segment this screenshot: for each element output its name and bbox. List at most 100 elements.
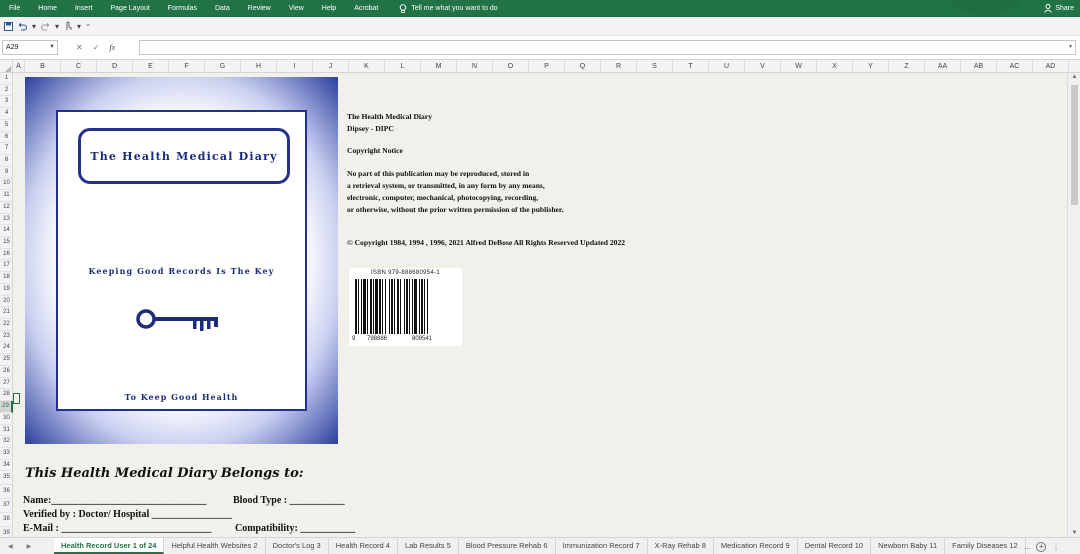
column-header-l[interactable]: L bbox=[385, 60, 421, 73]
column-header-h[interactable]: H bbox=[241, 60, 277, 73]
save-icon[interactable] bbox=[4, 21, 13, 31]
row-header-23[interactable]: 23 bbox=[0, 331, 13, 343]
cancel-icon[interactable]: ✕ bbox=[76, 43, 83, 52]
row-header-19[interactable]: 19 bbox=[0, 284, 13, 296]
column-header-i[interactable]: I bbox=[277, 60, 313, 73]
touch-mode-icon[interactable] bbox=[64, 21, 72, 31]
menu-file[interactable]: File bbox=[0, 0, 29, 17]
column-header-ab[interactable]: AB bbox=[961, 60, 997, 73]
row-header-6[interactable]: 6 bbox=[0, 132, 13, 144]
row-header-7[interactable]: 7 bbox=[0, 143, 13, 155]
row-header-16[interactable]: 16 bbox=[0, 249, 13, 261]
row-header-5[interactable]: 5 bbox=[0, 120, 13, 132]
row-header-25[interactable]: 25 bbox=[0, 354, 13, 366]
tabbar-options-icon[interactable]: ⋮ bbox=[1052, 542, 1060, 551]
worksheet-grid[interactable]: The Health Medical Diary Keeping Good Re… bbox=[13, 73, 1067, 537]
menu-data[interactable]: Data bbox=[206, 0, 239, 17]
scroll-down-icon[interactable]: ▼ bbox=[1068, 530, 1080, 536]
row-header-38[interactable]: 38 bbox=[0, 513, 13, 527]
row-header-10[interactable]: 10 bbox=[0, 178, 13, 191]
sheet-tab-5[interactable]: Lab Results 5 bbox=[398, 538, 459, 554]
column-header-q[interactable]: Q bbox=[565, 60, 601, 73]
sheet-tab-6[interactable]: Blood Pressure Rehab 6 bbox=[459, 538, 556, 554]
sheet-tab-2[interactable]: Helpful Health Websites 2 bbox=[164, 538, 266, 554]
scroll-thumb[interactable] bbox=[1071, 85, 1078, 205]
column-header-y[interactable]: Y bbox=[853, 60, 889, 73]
isbn-barcode-image[interactable]: ISBN 979-888680954-1 9 798886 809541 bbox=[349, 268, 462, 346]
column-header-ad[interactable]: AD bbox=[1033, 60, 1069, 73]
row-header-20[interactable]: 20 bbox=[0, 296, 13, 308]
row-header-1[interactable]: 1 bbox=[0, 73, 13, 85]
row-header-27[interactable]: 27 bbox=[0, 378, 13, 390]
row-header-30[interactable]: 30 bbox=[0, 413, 13, 425]
row-header-34[interactable]: 34 bbox=[0, 460, 13, 472]
column-header-aa[interactable]: AA bbox=[925, 60, 961, 73]
tab-scroll-right-icon[interactable]: ▶ bbox=[27, 543, 32, 550]
chevron-down-icon[interactable]: ▼ bbox=[49, 41, 55, 54]
customize-qat-icon[interactable]: ⁼ bbox=[86, 22, 90, 31]
menu-acrobat[interactable]: Acrobat bbox=[345, 0, 387, 17]
sheet-tab-11[interactable]: Newborn Baby 11 bbox=[871, 538, 946, 554]
insert-function-icon[interactable]: fx bbox=[109, 43, 115, 52]
vertical-scrollbar[interactable]: ▲ ▼ bbox=[1067, 73, 1080, 537]
formula-input[interactable] bbox=[139, 40, 1076, 55]
column-header-c[interactable]: C bbox=[61, 60, 97, 73]
tab-scroll-left-icon[interactable]: ◀ bbox=[8, 543, 13, 550]
column-header-g[interactable]: G bbox=[205, 60, 241, 73]
menu-view[interactable]: View bbox=[280, 0, 313, 17]
row-header-32[interactable]: 32 bbox=[0, 436, 13, 448]
column-header-z[interactable]: Z bbox=[889, 60, 925, 73]
column-header-f[interactable]: F bbox=[169, 60, 205, 73]
sheet-tab-7[interactable]: Immunization Record 7 bbox=[556, 538, 648, 554]
share-button[interactable]: Share bbox=[1044, 0, 1074, 17]
sheet-tab-12[interactable]: Family Diseases 12 bbox=[945, 538, 1026, 554]
row-header-15[interactable]: 15 bbox=[0, 237, 13, 249]
row-header-37[interactable]: 37 bbox=[0, 499, 13, 513]
column-header-k[interactable]: K bbox=[349, 60, 385, 73]
row-header-14[interactable]: 14 bbox=[0, 225, 13, 238]
row-header-3[interactable]: 3 bbox=[0, 96, 13, 109]
touch-dropdown-icon[interactable]: ▾ bbox=[77, 22, 81, 31]
scroll-up-icon[interactable]: ▲ bbox=[1068, 74, 1080, 80]
column-header-v[interactable]: V bbox=[745, 60, 781, 73]
menu-review[interactable]: Review bbox=[239, 0, 280, 17]
row-header-13[interactable]: 13 bbox=[0, 214, 13, 226]
column-header-w[interactable]: W bbox=[781, 60, 817, 73]
column-header-d[interactable]: D bbox=[97, 60, 133, 73]
row-header-28[interactable]: 28 bbox=[0, 389, 13, 402]
sheet-tab-4[interactable]: Health Record 4 bbox=[329, 538, 398, 554]
row-header-9[interactable]: 9 bbox=[0, 167, 13, 179]
row-header-2[interactable]: 2 bbox=[0, 85, 13, 97]
column-header-j[interactable]: J bbox=[313, 60, 349, 73]
column-header-a[interactable]: A bbox=[13, 60, 25, 73]
sheet-tab-8[interactable]: X-Ray Rehab 8 bbox=[648, 538, 714, 554]
column-header-ac[interactable]: AC bbox=[997, 60, 1033, 73]
row-header-29[interactable]: 29 bbox=[0, 401, 13, 413]
column-header-r[interactable]: R bbox=[601, 60, 637, 73]
row-header-24[interactable]: 24 bbox=[0, 342, 13, 355]
expand-formula-icon[interactable]: ▾ bbox=[1069, 43, 1072, 50]
menu-home[interactable]: Home bbox=[29, 0, 66, 17]
selected-cell[interactable] bbox=[13, 393, 20, 404]
column-header-o[interactable]: O bbox=[493, 60, 529, 73]
row-header-11[interactable]: 11 bbox=[0, 190, 13, 202]
menu-page-layout[interactable]: Page Layout bbox=[101, 0, 158, 17]
column-header-s[interactable]: S bbox=[637, 60, 673, 73]
row-header-18[interactable]: 18 bbox=[0, 272, 13, 284]
row-header-21[interactable]: 21 bbox=[0, 307, 13, 320]
row-header-12[interactable]: 12 bbox=[0, 202, 13, 214]
sheet-tab-9[interactable]: Medication Record 9 bbox=[714, 538, 798, 554]
column-header-m[interactable]: M bbox=[421, 60, 457, 73]
menu-help[interactable]: Help bbox=[313, 0, 345, 17]
column-header-p[interactable]: P bbox=[529, 60, 565, 73]
column-header-b[interactable]: B bbox=[25, 60, 61, 73]
row-header-35[interactable]: 35 bbox=[0, 471, 13, 486]
undo-dropdown-icon[interactable]: ▾ bbox=[32, 22, 36, 31]
column-header-t[interactable]: T bbox=[673, 60, 709, 73]
row-header-31[interactable]: 31 bbox=[0, 425, 13, 437]
row-header-36[interactable]: 36 bbox=[0, 485, 13, 500]
tell-me-search[interactable]: Tell me what you want to do bbox=[387, 3, 498, 14]
row-header-26[interactable]: 26 bbox=[0, 366, 13, 378]
sheet-tab-10[interactable]: Dental Record 10 bbox=[798, 538, 872, 554]
more-tabs-button[interactable]: ... bbox=[1024, 542, 1030, 551]
